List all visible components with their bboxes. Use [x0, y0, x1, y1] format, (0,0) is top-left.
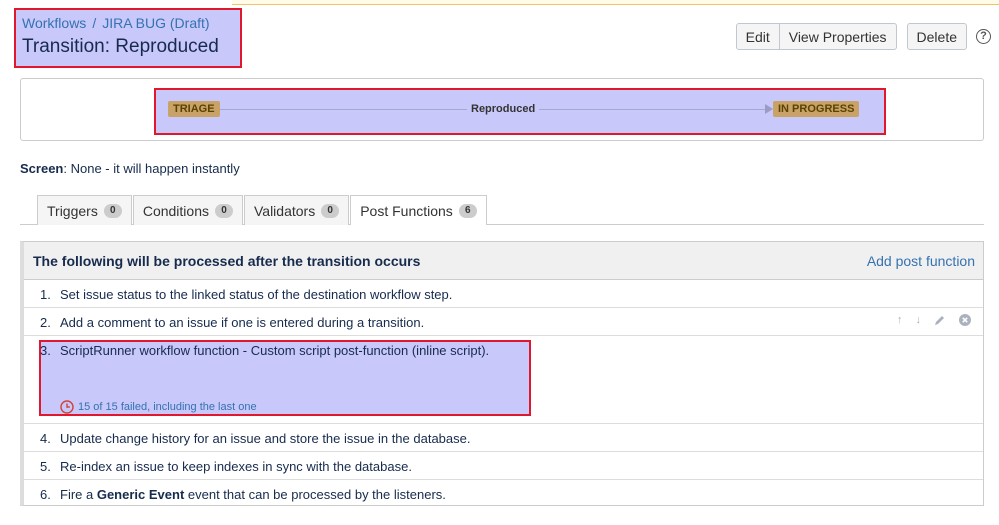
- screen-label: Screen: [20, 161, 64, 176]
- row-text: Set issue status to the linked status of…: [60, 287, 453, 302]
- move-down-icon[interactable]: ↓: [916, 314, 922, 326]
- transition-diagram: TRIAGE Reproduced IN PROGRESS: [20, 78, 984, 141]
- row-text: Re-index an issue to keep indexes in syn…: [60, 459, 412, 474]
- row-text: Add a comment to an issue if one is ente…: [60, 315, 425, 330]
- breadcrumb-workflows-link[interactable]: Workflows: [22, 15, 86, 31]
- arrow-head-icon: [765, 104, 773, 114]
- delete-button[interactable]: Delete: [906, 23, 967, 50]
- screen-info: Screen: None - it will happen instantly: [20, 161, 240, 176]
- row-text-before: Fire a: [60, 487, 97, 502]
- row-text: Update change history for an issue and s…: [60, 431, 471, 446]
- tab-count-badge: 0: [321, 203, 340, 218]
- breadcrumb: Workflows / JIRA BUG (Draft): [22, 15, 234, 32]
- row-number: 3.: [40, 343, 51, 358]
- tab-validators[interactable]: Validators 0: [243, 195, 350, 225]
- event-name: Generic Event: [96, 487, 185, 502]
- tab-triggers[interactable]: Triggers 0: [37, 195, 132, 225]
- row-actions: ↑ ↓: [884, 314, 971, 326]
- help-icon[interactable]: ?: [976, 29, 991, 44]
- view-properties-button[interactable]: View Properties: [779, 23, 897, 50]
- failure-status[interactable]: 15 of 15 failed, including the last one: [60, 400, 257, 414]
- edit-button[interactable]: Edit: [735, 23, 780, 50]
- post-function-row: 2. Add a comment to an issue if one is e…: [24, 308, 983, 336]
- page-title: Transition: Reproduced: [22, 36, 219, 57]
- tab-post-functions[interactable]: Post Functions 6: [350, 195, 487, 225]
- tab-label: Post Functions: [360, 202, 453, 219]
- post-function-row: 3. ScriptRunner workflow function - Cust…: [24, 336, 983, 424]
- post-functions-heading: The following will be processed after th…: [33, 252, 421, 269]
- tab-count-badge: 0: [214, 203, 233, 218]
- breadcrumb-separator: /: [92, 15, 97, 31]
- toolbar: Edit View Properties Delete ?: [735, 23, 991, 50]
- add-post-function-link[interactable]: Add post function: [867, 253, 975, 269]
- tab-bar: Triggers 0 Conditions 0 Validators 0 Post F…: [37, 195, 488, 225]
- row-number: 6.: [40, 487, 51, 502]
- to-status-lozenge: IN PROGRESS: [773, 101, 860, 117]
- tab-count-badge: 0: [103, 203, 122, 218]
- clock-icon: [60, 400, 74, 414]
- row-number: 5.: [40, 459, 51, 474]
- post-functions-header: The following will be processed after th…: [24, 242, 983, 280]
- row-number: 1.: [40, 287, 51, 302]
- row-number: 4.: [40, 431, 51, 446]
- row-text: ScriptRunner workflow function - Custom …: [60, 343, 490, 358]
- row-text-after: event that can be processed by the liste…: [184, 487, 446, 502]
- screen-value: : None - it will happen instantly: [63, 161, 240, 176]
- post-function-row: 4. Update change history for an issue an…: [24, 424, 983, 452]
- tab-count-badge: 6: [458, 203, 477, 218]
- delete-icon[interactable]: [959, 314, 971, 326]
- row-number: 2.: [40, 315, 51, 330]
- edit-button-group: Edit View Properties: [735, 23, 897, 50]
- post-function-row: 5. Re-index an issue to keep indexes in …: [24, 452, 983, 480]
- tab-label: Validators: [253, 202, 316, 219]
- tab-label: Conditions: [142, 202, 209, 219]
- failure-status-text: 15 of 15 failed, including the last one: [78, 401, 257, 413]
- page-header: Workflows / JIRA BUG (Draft) Transition: R…: [14, 8, 242, 68]
- edit-pencil-icon[interactable]: [934, 314, 946, 326]
- breadcrumb-workflow-link[interactable]: JIRA BUG (Draft): [102, 15, 209, 31]
- move-up-icon[interactable]: ↑: [897, 314, 903, 326]
- post-functions-panel: The following will be processed after th…: [20, 241, 984, 506]
- row-text: Fire a Generic Event event that can be p…: [60, 487, 446, 502]
- tab-label: Triggers: [47, 202, 98, 219]
- tab-conditions[interactable]: Conditions 0: [132, 195, 243, 225]
- post-function-row: 6. Fire a Generic Event event that can b…: [24, 480, 983, 508]
- transition-name-label: Reproduced: [467, 102, 540, 116]
- from-status-lozenge: TRIAGE: [168, 101, 220, 117]
- post-function-row: 1. Set issue status to the linked status…: [24, 280, 983, 308]
- warning-banner-edge: [232, 0, 999, 5]
